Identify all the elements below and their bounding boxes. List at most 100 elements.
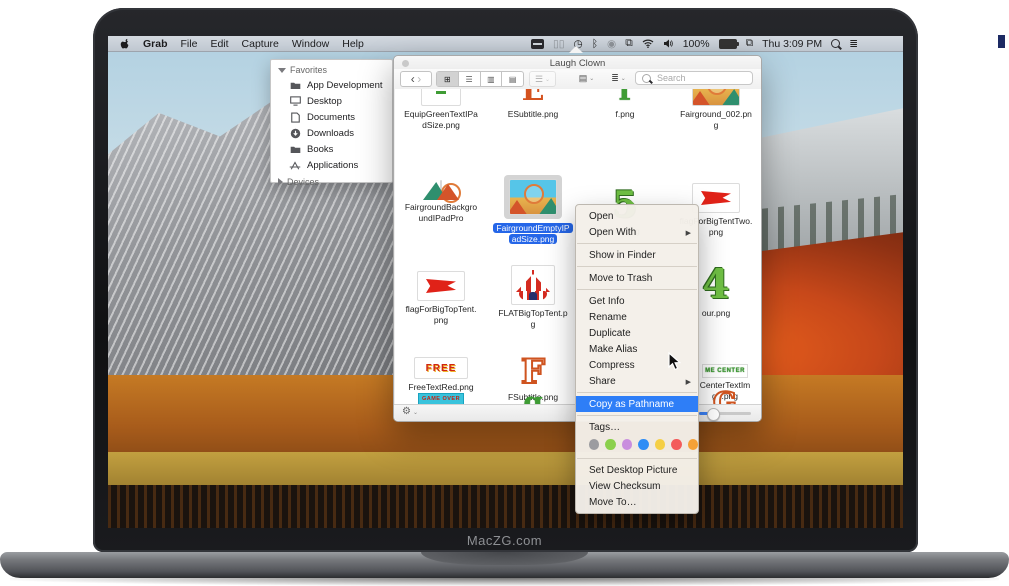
menu-item-capture[interactable]: Capture (242, 38, 279, 50)
file-item[interactable]: g (489, 389, 577, 405)
tag-green[interactable] (605, 439, 615, 450)
menu-item-get-info[interactable]: Get Info (576, 293, 698, 309)
back-button[interactable]: ‹ (411, 72, 415, 86)
window-titlebar[interactable]: Laugh Clown (394, 56, 761, 70)
file-item[interactable]: flagForBigTopTent. png (397, 271, 485, 326)
file-item[interactable]: f f.png (581, 89, 669, 120)
menu-item-tags[interactable]: Tags… (576, 419, 698, 435)
devices-header[interactable]: Devices (271, 173, 392, 187)
tag-red[interactable] (671, 439, 681, 450)
sidebar-item-app-development[interactable]: App Development (271, 77, 392, 93)
folder-icon (289, 145, 301, 154)
letter-icon: g (523, 389, 543, 405)
circus-tent-icon (511, 265, 555, 305)
search-input[interactable] (655, 72, 739, 84)
spotlight-search-icon[interactable] (831, 39, 840, 48)
chevron-down-icon: ⌄ (589, 75, 594, 82)
sidebar-item-applications[interactable]: Applications (271, 157, 392, 173)
mouse-cursor (668, 352, 681, 376)
menu-item-view-checksum[interactable]: View Checksum (576, 478, 698, 494)
file-item[interactable]: FREE FreeTextRed.png (397, 357, 485, 393)
coverflow-view-button[interactable]: ▤ (502, 72, 523, 86)
tag-blue[interactable] (638, 439, 648, 450)
list-view-button[interactable]: ☰ (459, 72, 481, 86)
watermark-text: MacZG.com (0, 533, 1009, 548)
selected-icon-box (504, 175, 562, 219)
siri-icon[interactable]: ◉ (607, 38, 616, 50)
menu-item-move-to[interactable]: Move To… (576, 494, 698, 510)
slider-knob[interactable] (707, 408, 720, 421)
input-source-icon[interactable]: ⧉ (746, 37, 754, 50)
menu-item-show-in-finder[interactable]: Show in Finder (576, 247, 698, 263)
menu-separator (577, 458, 697, 459)
tag-gray[interactable] (589, 439, 599, 450)
wifi-icon[interactable] (642, 39, 654, 48)
menu-item-help[interactable]: Help (342, 38, 364, 50)
finder-popover-status-icon[interactable] (531, 39, 544, 49)
flag-icon (692, 183, 740, 213)
file-label: Fairground_002.pn g (672, 109, 760, 131)
sidebar-item-books[interactable]: Books (271, 141, 392, 157)
sidebar-item-downloads[interactable]: Downloads (271, 125, 392, 141)
volume-icon[interactable] (663, 39, 674, 48)
menu-item-window[interactable]: Window (292, 38, 329, 50)
letter-icon: f (619, 89, 632, 106)
quicklook-menu-button[interactable]: ▤⌄ (574, 71, 599, 85)
submenu-arrow-icon: ▶ (686, 227, 691, 240)
letter-icon: 4 (702, 261, 730, 308)
bluetooth-icon[interactable]: ᛒ (592, 38, 598, 50)
notification-center-icon[interactable]: ≣ (849, 38, 858, 50)
menu-item-edit[interactable]: Edit (210, 38, 228, 50)
menu-item-move-to-trash[interactable]: Move to Trash (576, 270, 698, 286)
laptop-shadow (10, 578, 999, 586)
menu-item-duplicate[interactable]: Duplicate (576, 325, 698, 341)
file-item[interactable]: FLATBigTopTent.p g (489, 265, 577, 330)
file-item[interactable]: FairgroundBackgro undIPadPro (397, 181, 485, 224)
arrange-menu-button[interactable]: ☰⌄ (529, 71, 556, 87)
menu-separator (577, 243, 697, 244)
sidebar-item-documents[interactable]: Documents (271, 109, 392, 125)
menu-clock[interactable]: Thu 3:09 PM (762, 38, 822, 50)
screen: Grab File Edit Capture Window Help ▯▯ ◷ … (108, 36, 903, 528)
menu-item-rename[interactable]: Rename (576, 309, 698, 325)
tag-yellow[interactable] (655, 439, 665, 450)
letter-icon: G (713, 389, 737, 405)
file-item[interactable]: EquipGreenTextIPa dSize.png (397, 89, 485, 131)
menu-item-copy-as-pathname[interactable]: Copy as Pathname (576, 396, 698, 412)
view-switcher: ⊞ ☰ ▥ ▤ (436, 71, 524, 87)
apple-menu-icon[interactable] (120, 37, 130, 49)
tag-color-row (576, 435, 698, 455)
file-label: FreeTextRed.png (397, 382, 485, 393)
tag-orange[interactable] (688, 439, 698, 450)
file-item-selected[interactable]: FairgroundEmptyIP adSize.png (489, 175, 577, 245)
submenu-arrow-icon: ▶ (686, 376, 691, 389)
menu-app-name[interactable]: Grab (143, 38, 168, 50)
folder-icon (289, 81, 301, 90)
columns-status-icon[interactable]: ▯▯ (553, 38, 565, 50)
file-label: flagForBigTopTent. png (397, 304, 485, 326)
window-title: Laugh Clown (394, 58, 761, 69)
icon-size-slider[interactable] (699, 412, 751, 415)
window-toolbar: ‹ › ⊞ ☰ ▥ ▤ ☰⌄ ▤⌄ ≣⌄ (394, 69, 761, 90)
gear-menu-button[interactable]: ⚙⌄ (402, 406, 418, 417)
airplay-display-icon[interactable]: ⧉ (625, 37, 633, 50)
battery-icon[interactable] (719, 39, 737, 49)
menu-item-open[interactable]: Open (576, 208, 698, 224)
icon-view-button[interactable]: ⊞ (437, 72, 459, 86)
image-thumbnail (440, 180, 442, 199)
file-label: EquipGreenTextIPa dSize.png (397, 109, 485, 131)
file-item[interactable]: E ESubtitle.png (489, 89, 577, 120)
favorites-popover: Favorites App Development Desktop Docume… (270, 59, 393, 183)
favorites-header[interactable]: Favorites (271, 60, 392, 77)
tag-purple[interactable] (622, 439, 632, 450)
file-item[interactable]: Fairground_002.pn g (672, 89, 760, 131)
menu-item-set-desktop-picture[interactable]: Set Desktop Picture (576, 462, 698, 478)
action-menu-button[interactable]: ≣⌄ (606, 71, 631, 85)
menu-bar: Grab File Edit Capture Window Help ▯▯ ◷ … (108, 36, 903, 52)
forward-button[interactable]: › (417, 72, 421, 86)
column-view-button[interactable]: ▥ (481, 72, 503, 86)
menu-item-open-with[interactable]: Open With▶ (576, 224, 698, 240)
menu-item-file[interactable]: File (181, 38, 198, 50)
letter-icon: E (522, 89, 545, 106)
sidebar-item-desktop[interactable]: Desktop (271, 93, 392, 109)
